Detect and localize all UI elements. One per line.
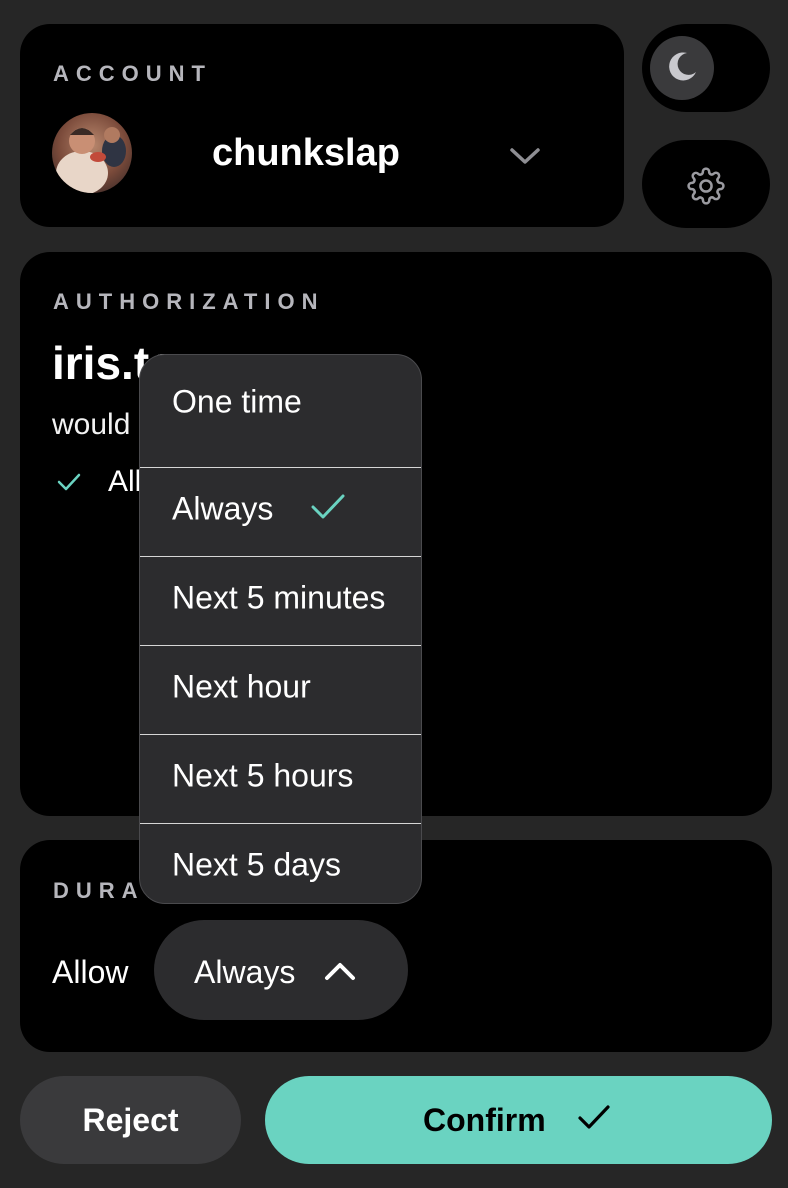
option-label: Next 5 days bbox=[172, 846, 341, 883]
theme-toggle[interactable] bbox=[642, 24, 770, 112]
option-label: Next hour bbox=[172, 668, 311, 705]
gear-icon bbox=[687, 167, 725, 205]
account-username: chunkslap bbox=[212, 132, 400, 174]
option-label: Next 5 minutes bbox=[172, 579, 386, 616]
option-label: Always bbox=[172, 490, 274, 527]
chevron-up-icon bbox=[325, 963, 355, 980]
account-section-label: ACCOUNT bbox=[53, 61, 212, 86]
reject-label: Reject bbox=[82, 1101, 179, 1138]
checkmark-icon bbox=[578, 1105, 610, 1129]
avatar[interactable] bbox=[52, 113, 132, 193]
confirm-button[interactable]: Confirm bbox=[265, 1076, 772, 1164]
duration-selected-value: Always bbox=[194, 954, 296, 990]
settings-button[interactable] bbox=[642, 140, 770, 228]
chevron-down-icon[interactable] bbox=[508, 144, 542, 168]
reject-button[interactable]: Reject bbox=[20, 1076, 241, 1164]
checkmark-icon bbox=[55, 470, 83, 499]
dropdown-option-next-5-minutes[interactable]: Next 5 minutes bbox=[140, 557, 421, 646]
duration-dropdown: One time Always Next 5 minutes Next hour… bbox=[139, 354, 422, 904]
dropdown-option-next-5-hours[interactable]: Next 5 hours bbox=[140, 735, 421, 824]
allow-label: Allow bbox=[52, 954, 129, 990]
dropdown-option-next-hour[interactable]: Next hour bbox=[140, 646, 421, 735]
account-card: ACCOUNT chunkslap bbox=[20, 24, 624, 227]
authorization-section-label: AUTHORIZATION bbox=[53, 289, 325, 314]
dropdown-option-always[interactable]: Always bbox=[140, 468, 421, 557]
option-label: One time bbox=[172, 383, 302, 420]
confirm-label: Confirm bbox=[423, 1102, 546, 1138]
checkmark-icon bbox=[311, 494, 345, 519]
dropdown-option-one-time[interactable]: One time bbox=[140, 355, 421, 444]
toggle-knob bbox=[650, 36, 714, 100]
dropdown-option-next-5-days[interactable]: Next 5 days bbox=[140, 824, 421, 903]
moon-icon bbox=[669, 52, 696, 81]
option-label: Next 5 hours bbox=[172, 757, 354, 794]
duration-select[interactable]: Always bbox=[154, 920, 408, 1020]
